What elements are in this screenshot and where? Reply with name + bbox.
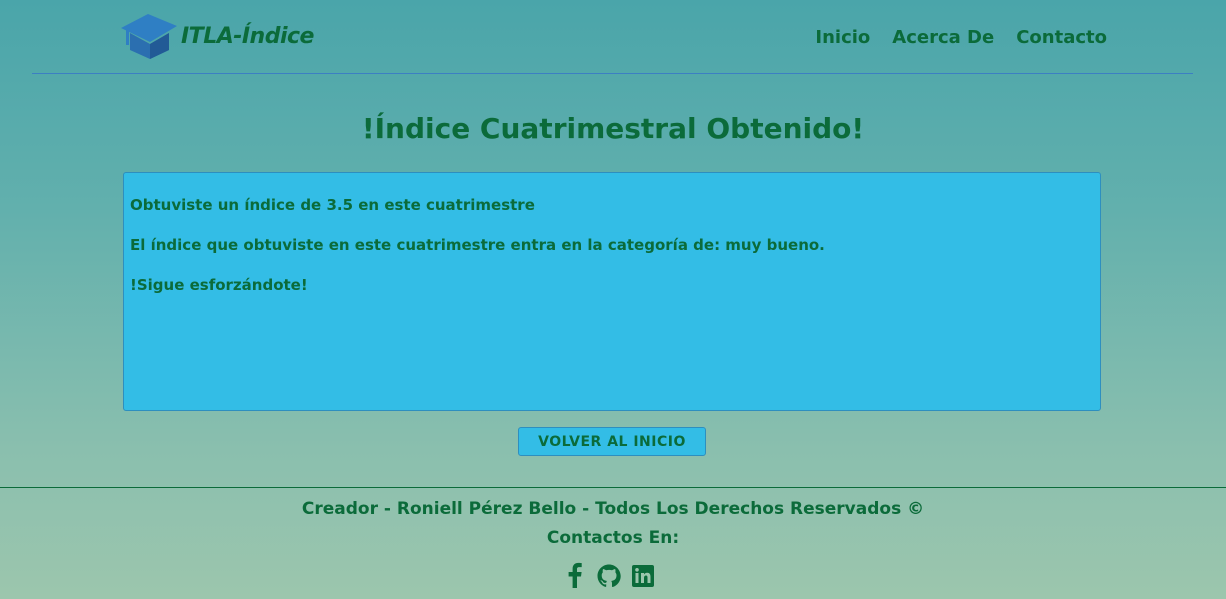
result-box: Obtuviste un índice de 3.5 en este cuatr…: [123, 172, 1101, 411]
linkedin-icon[interactable]: [631, 562, 655, 588]
header-divider: [32, 73, 1193, 74]
nav-link-inicio[interactable]: Inicio: [815, 27, 870, 48]
logo[interactable]: ITLA-Índice: [121, 12, 314, 60]
result-category-text: El índice que obtuviste en este cuatrime…: [130, 236, 825, 254]
facebook-icon[interactable]: [563, 562, 587, 588]
social-links: [563, 562, 655, 588]
page-title: !Índice Cuatrimestral Obtenido!: [361, 112, 865, 145]
footer-credits: Creador - Roniell Pérez Bello - Todos Lo…: [301, 499, 925, 519]
nav-link-contacto[interactable]: Contacto: [1016, 27, 1107, 48]
graduation-cap-icon: [121, 14, 177, 59]
contacts-label: Contactos En:: [546, 528, 680, 548]
github-icon[interactable]: [597, 562, 621, 588]
back-to-home-button[interactable]: VOLVER AL INICIO: [518, 427, 706, 456]
nav-link-acerca-de[interactable]: Acerca De: [892, 27, 994, 48]
result-encouragement-text: !Sigue esforzándote!: [130, 276, 308, 294]
result-index-text: Obtuviste un índice de 3.5 en este cuatr…: [130, 196, 535, 214]
footer-divider: [0, 487, 1226, 488]
logo-text: ITLA-Índice: [181, 23, 314, 49]
main-nav: Inicio Acerca De Contacto: [815, 27, 1107, 48]
